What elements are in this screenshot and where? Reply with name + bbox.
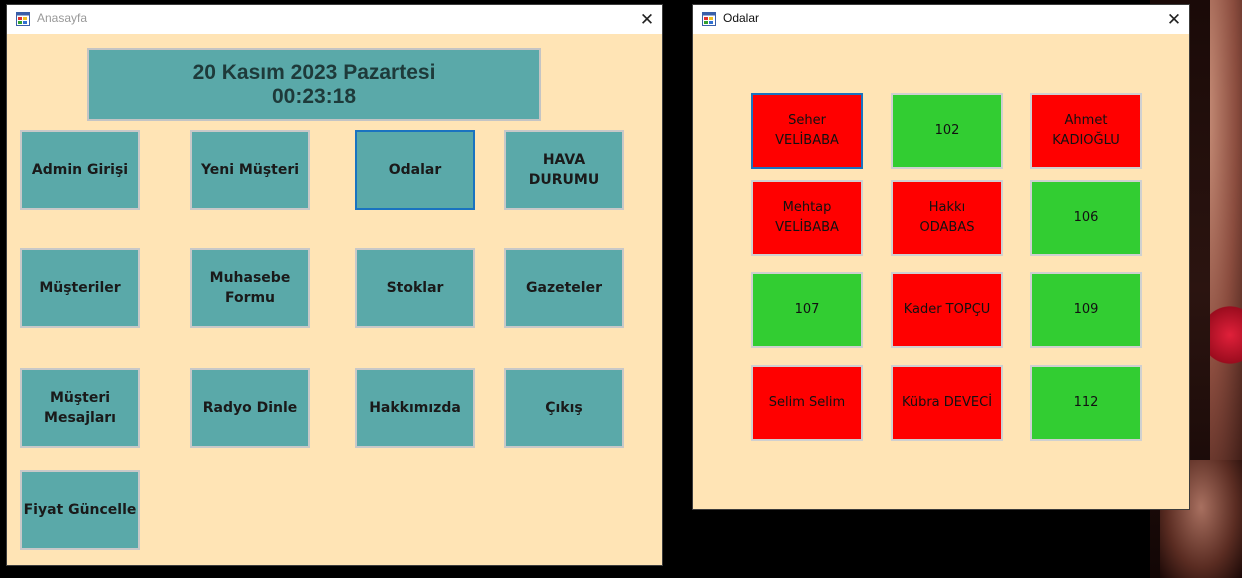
- weather-button[interactable]: HAVA DURUMU: [504, 130, 624, 210]
- app-icon: [16, 12, 30, 26]
- room-tile[interactable]: Ahmet KADIOĞLU: [1030, 93, 1142, 169]
- main-window-title: Anasayfa: [37, 11, 88, 25]
- room-tile[interactable]: 112: [1030, 365, 1142, 441]
- background-ribbon: [1210, 300, 1242, 370]
- date-time-display: 20 Kasım 2023 Pazartesi 00:23:18: [87, 48, 541, 121]
- rooms-button[interactable]: Odalar: [355, 130, 475, 210]
- room-tile[interactable]: Kübra DEVECİ: [891, 365, 1003, 441]
- main-window: Anasayfa ✕ 20 Kasım 2023 Pazartesi 00:23…: [7, 5, 662, 565]
- rooms-window-title: Odalar: [723, 11, 760, 25]
- app-icon: [702, 12, 716, 26]
- close-icon[interactable]: ✕: [1159, 5, 1189, 34]
- customer-messages-button[interactable]: Müşteri Mesajları: [20, 368, 140, 448]
- room-tile[interactable]: Mehtap VELİBABA: [751, 180, 863, 256]
- close-icon[interactable]: ✕: [632, 5, 662, 34]
- main-window-titlebar[interactable]: Anasayfa ✕: [7, 5, 662, 34]
- new-customer-button[interactable]: Yeni Müşteri: [190, 130, 310, 210]
- room-tile[interactable]: Hakkı ODABAS: [891, 180, 1003, 256]
- room-tile[interactable]: Seher VELİBABA: [751, 93, 863, 169]
- rooms-window: Odalar ✕ Seher VELİBABA 102 Ahmet KADIOĞ…: [693, 5, 1189, 509]
- about-button[interactable]: Hakkımızda: [355, 368, 475, 448]
- room-tile[interactable]: 109: [1030, 272, 1142, 348]
- radio-button[interactable]: Radyo Dinle: [190, 368, 310, 448]
- newspapers-button[interactable]: Gazeteler: [504, 248, 624, 328]
- room-tile[interactable]: Selim Selim: [751, 365, 863, 441]
- date-label: 20 Kasım 2023 Pazartesi: [192, 60, 436, 84]
- accounting-form-button[interactable]: Muhasebe Formu: [190, 248, 310, 328]
- update-price-button[interactable]: Fiyat Güncelle: [20, 470, 140, 550]
- room-tile[interactable]: Kader TOPÇU: [891, 272, 1003, 348]
- room-tile[interactable]: 102: [891, 93, 1003, 169]
- room-tile[interactable]: 106: [1030, 180, 1142, 256]
- exit-button[interactable]: Çıkış: [504, 368, 624, 448]
- rooms-window-titlebar[interactable]: Odalar ✕: [693, 5, 1189, 34]
- admin-login-button[interactable]: Admin Girişi: [20, 130, 140, 210]
- stocks-button[interactable]: Stoklar: [355, 248, 475, 328]
- time-label: 00:23:18: [271, 84, 357, 108]
- customers-button[interactable]: Müşteriler: [20, 248, 140, 328]
- room-tile[interactable]: 107: [751, 272, 863, 348]
